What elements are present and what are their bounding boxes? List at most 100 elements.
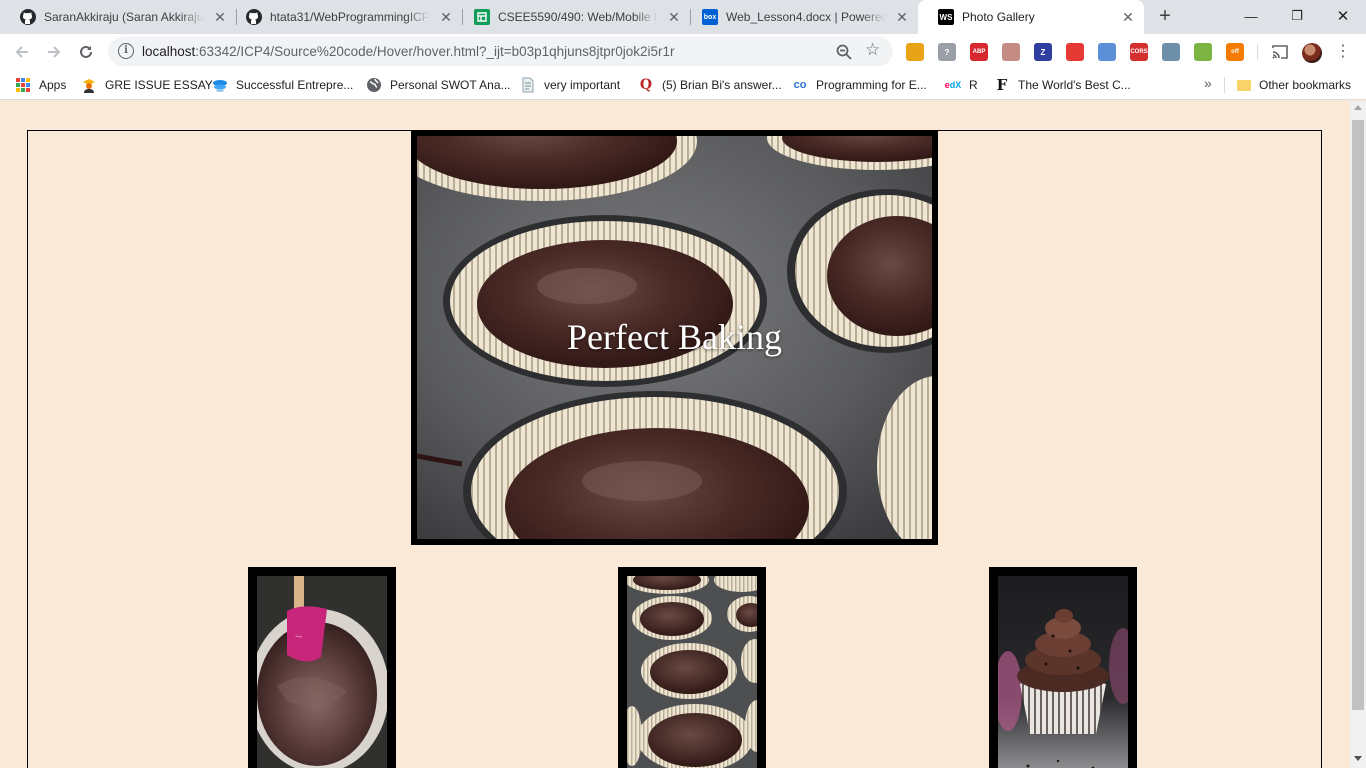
bookmark-label: Programming for E... — [816, 78, 927, 92]
profile-avatar[interactable] — [1302, 43, 1322, 63]
tab-course-sheet[interactable]: CSEE5590/490: Web/Mobile Programming ✕ — [454, 0, 690, 34]
tab-title: Web_Lesson4.docx | Powered by Box — [726, 10, 886, 24]
bookmark-apps[interactable]: Apps — [15, 76, 66, 94]
bookmark-label: Personal SWOT Ana... — [390, 78, 511, 92]
url-path: :63342/ICP4/Source%20code/Hover/hover.ht… — [195, 44, 675, 59]
page-viewport: Perfect Baking ~~ — [0, 101, 1350, 768]
url-host: localhost — [142, 44, 196, 59]
bookmark-label: R — [969, 78, 978, 92]
thumbnail-batter-spatula[interactable]: ~~ — [248, 567, 396, 768]
new-tab-button[interactable]: + — [1153, 5, 1177, 29]
tab-photo-gallery[interactable]: WS Photo Gallery ✕ — [918, 0, 1144, 34]
letter-f-icon: F — [996, 76, 1008, 94]
bookmark-edx-r[interactable]: e dX R — [945, 76, 978, 94]
cast-icon — [1272, 45, 1288, 59]
bookmark-successful-entrepreneur[interactable]: Successful Entrepre... — [212, 76, 353, 94]
tab-title: SaranAkkiraju (Saran Akkiraju) — [44, 10, 204, 24]
forward-arrow-icon — [48, 46, 61, 58]
other-bookmarks-folder[interactable]: Other bookmarks — [1237, 76, 1351, 94]
shield-question-extension-icon[interactable]: ? — [938, 43, 956, 61]
back-button[interactable] — [8, 38, 36, 66]
tab-github-profile[interactable]: SaranAkkiraju (Saran Akkiraju) ✕ — [0, 0, 236, 34]
tab-title: Photo Gallery — [962, 10, 1035, 24]
tab-strip: SaranAkkiraju (Saran Akkiraju) ✕ htata31… — [0, 0, 1366, 34]
cors-icon[interactable]: CORS — [1130, 43, 1148, 61]
stop-hand-icon[interactable] — [1066, 43, 1084, 61]
bookmark-programming-coursera[interactable]: co Programming for E... — [792, 76, 927, 94]
thumbnail-frosted-cupcake[interactable] — [989, 567, 1137, 768]
reload-icon — [80, 45, 92, 58]
github-icon — [20, 9, 36, 25]
zoom-icon[interactable] — [835, 43, 853, 61]
back-arrow-icon — [15, 46, 28, 58]
site-info-icon[interactable]: i — [118, 43, 134, 59]
bookmark-label: Apps — [39, 78, 67, 92]
colorful-blocks-extension-icon[interactable] — [906, 43, 924, 61]
cast-button[interactable] — [1266, 38, 1294, 66]
tab-github-repo[interactable]: htata31/WebProgrammingICP ✕ — [226, 0, 462, 34]
tab-box-doc[interactable]: box Web_Lesson4.docx | Powered by Box ✕ — [682, 0, 918, 34]
thumbnail-photo[interactable] — [998, 576, 1128, 768]
bookmarks-divider — [1224, 77, 1225, 93]
bookmark-label: The World's Best C... — [1018, 78, 1131, 92]
tab-close-icon[interactable]: ✕ — [666, 9, 682, 25]
github-icon — [246, 9, 262, 25]
browser-toolbar: i localhost:63342/ICP4/Source%20code/Hov… — [0, 34, 1366, 70]
thumbnail-photo[interactable]: ~~ — [257, 576, 387, 768]
svg-text:~~: ~~ — [295, 634, 303, 641]
vertical-scrollbar[interactable] — [1350, 101, 1366, 768]
bookmark-worlds-best[interactable]: F The World's Best C... — [994, 76, 1131, 94]
minimize-button[interactable]: — — [1228, 0, 1274, 32]
tab-close-icon[interactable]: ✕ — [438, 9, 454, 25]
adblock-plus-icon[interactable]: ABP — [970, 43, 988, 61]
forward-button[interactable] — [40, 38, 68, 66]
address-bar[interactable]: i localhost:63342/ICP4/Source%20code/Hov… — [108, 37, 893, 66]
off-badge-extension-icon[interactable]: off — [1226, 43, 1244, 61]
bookmark-personal-swot[interactable]: Personal SWOT Ana... — [366, 76, 511, 94]
tag-icon[interactable] — [1194, 43, 1212, 61]
bookmark-star-icon[interactable]: ☆ — [865, 40, 880, 60]
box-icon: box — [702, 9, 718, 25]
hero-photo-cupcake-tin[interactable]: Perfect Baking — [417, 136, 932, 539]
scroll-up-arrow-icon[interactable] — [1354, 105, 1362, 110]
hero-caption: Perfect Baking — [567, 317, 782, 357]
hero-photo-frame[interactable]: Perfect Baking — [411, 130, 938, 545]
edx-icon: e dX — [944, 80, 962, 90]
google-sheets-icon — [474, 9, 490, 25]
maximize-button[interactable]: ❐ — [1274, 0, 1320, 32]
more-options-icon[interactable]: ⋮ — [1335, 43, 1351, 61]
bookmarks-overflow-chevron[interactable]: » — [1204, 75, 1212, 91]
bookmark-label: Successful Entrepre... — [236, 78, 354, 92]
bookmark-gre-issue-essay[interactable]: GRE ISSUE ESSAY — [81, 76, 213, 94]
thumbnail-photo[interactable] — [627, 576, 757, 768]
tab-close-icon[interactable]: ✕ — [1120, 9, 1136, 25]
scroll-thumb[interactable] — [1352, 120, 1364, 710]
document-page-icon — [520, 77, 536, 93]
frosted-cupcake-photo — [998, 576, 1128, 768]
tab-title: htata31/WebProgrammingICP — [270, 10, 430, 24]
scroll-down-arrow-icon[interactable] — [1354, 756, 1362, 761]
pdf-extension-icon[interactable] — [1002, 43, 1020, 61]
zotero-z-icon[interactable]: Z — [1034, 43, 1052, 61]
toolbar-divider — [1257, 44, 1258, 60]
bookmark-very-important[interactable]: very important — [520, 76, 620, 94]
swirl-globe-icon — [212, 77, 228, 93]
world-icon — [366, 77, 382, 93]
url-text[interactable]: localhost:63342/ICP4/Source%20code/Hover… — [142, 44, 674, 59]
eye-icon[interactable] — [1162, 43, 1180, 61]
bookmark-label: (5) Brian Bi's answer... — [662, 78, 782, 92]
thumbnail-cupcake-tin[interactable] — [618, 567, 766, 768]
bookmark-quora-answer[interactable]: Q (5) Brian Bi's answer... — [638, 76, 782, 94]
feather-icon[interactable] — [1098, 43, 1116, 61]
quora-q-icon: Q — [639, 77, 653, 93]
close-window-button[interactable]: ✕ — [1320, 0, 1366, 32]
bookmark-label: Other bookmarks — [1259, 78, 1352, 92]
bookmarks-bar: Apps GRE ISSUE ESSAY Successful Entrepre… — [0, 70, 1366, 100]
batter-spatula-photo: ~~ — [257, 576, 387, 768]
reload-button[interactable] — [72, 38, 100, 66]
tab-title: CSEE5590/490: Web/Mobile Programming — [498, 10, 658, 24]
bookmark-label: GRE ISSUE ESSAY — [105, 78, 213, 92]
webstorm-icon: WS — [938, 9, 954, 25]
cupcake-tin-photo — [627, 576, 757, 768]
tab-close-icon[interactable]: ✕ — [894, 9, 910, 25]
